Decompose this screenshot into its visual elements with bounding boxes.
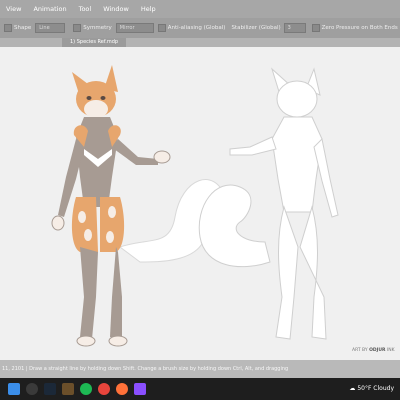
menu-tool[interactable]: Tool bbox=[79, 5, 92, 13]
stabilizer-label: Stabilizer (Global) bbox=[231, 25, 281, 31]
weather-text: 50°F Cloudy bbox=[357, 385, 394, 392]
menu-animation[interactable]: Animation bbox=[33, 5, 66, 13]
zero-pressure-checkbox[interactable] bbox=[311, 24, 320, 32]
credit-suffix: INK bbox=[386, 348, 395, 353]
shape-checkbox[interactable] bbox=[4, 24, 12, 32]
shape-label: Shape bbox=[14, 25, 32, 31]
symmetry-select[interactable]: Mirror bbox=[115, 23, 154, 33]
firefox-icon[interactable] bbox=[116, 383, 128, 395]
search-icon[interactable] bbox=[26, 383, 38, 395]
antialias-checkbox[interactable] bbox=[157, 24, 166, 32]
app-icon[interactable] bbox=[134, 383, 146, 395]
document-tab-bar: 1) Species Ref.mdp bbox=[0, 38, 400, 47]
chrome-icon[interactable] bbox=[98, 383, 110, 395]
spotify-icon[interactable] bbox=[80, 383, 92, 395]
menu-window[interactable]: Window bbox=[103, 5, 129, 13]
artist-credit: ART BY ODJUR INK bbox=[352, 348, 395, 353]
lineart-silhouette bbox=[198, 67, 339, 340]
tool-options-bar: Shape Line Symmetry Mirror Anti-aliasing… bbox=[0, 18, 400, 38]
document-tab[interactable]: 1) Species Ref.mdp bbox=[62, 38, 127, 47]
weather-widget[interactable]: ☁ 50°F Cloudy bbox=[349, 383, 394, 395]
windows-icon[interactable] bbox=[8, 383, 20, 395]
character-artwork bbox=[51, 65, 339, 347]
menu-help[interactable]: Help bbox=[141, 5, 156, 13]
symmetry-label: Symmetry bbox=[83, 25, 112, 31]
weather-icon: ☁ bbox=[349, 385, 356, 392]
stabilizer-select[interactable]: 3 bbox=[283, 23, 306, 33]
status-text: 11, 2101 | Draw a straight line by holdi… bbox=[2, 366, 289, 372]
antialias-label: Anti-aliasing (Global) bbox=[167, 25, 226, 31]
credit-name: ODJUR bbox=[369, 348, 386, 353]
menu-bar: View Animation Tool Window Help bbox=[0, 0, 400, 18]
menu-view[interactable]: View bbox=[6, 5, 21, 13]
steam-icon[interactable] bbox=[44, 383, 56, 395]
symmetry-checkbox[interactable] bbox=[73, 24, 82, 32]
colored-character bbox=[51, 65, 227, 347]
shape-select[interactable]: Line bbox=[35, 23, 66, 33]
windows-taskbar: ☁ 50°F Cloudy bbox=[0, 378, 400, 400]
drawing-canvas[interactable] bbox=[0, 47, 400, 360]
status-bar: 11, 2101 | Draw a straight line by holdi… bbox=[0, 360, 400, 378]
zero-pressure-label: Zero Pressure on Both Ends bbox=[321, 25, 398, 31]
minecraft-icon[interactable] bbox=[62, 383, 74, 395]
credit-prefix: ART BY bbox=[352, 348, 368, 353]
